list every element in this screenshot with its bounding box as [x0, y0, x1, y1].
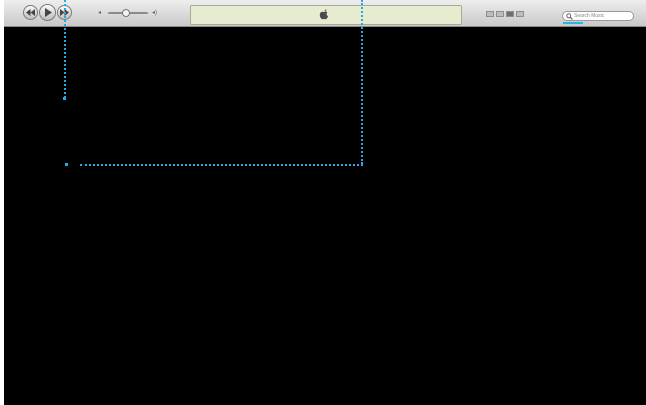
volume-knob[interactable]	[122, 9, 130, 17]
guide-line-vertical-left	[64, 0, 66, 98]
status-display[interactable]	[190, 5, 462, 25]
view-button-list[interactable]	[486, 11, 494, 17]
speaker-high-icon: ◂)	[152, 10, 158, 16]
view-button-album[interactable]	[496, 11, 504, 17]
search-icon	[566, 13, 573, 20]
speaker-low-icon: ◂	[98, 10, 102, 16]
guide-line-horizontal	[80, 164, 363, 166]
view-button-grid[interactable]	[506, 11, 514, 17]
rewind-icon	[26, 9, 35, 16]
guide-marker	[65, 163, 68, 166]
main-content-area	[4, 0, 646, 405]
play-button[interactable]	[39, 4, 56, 21]
search-accent-bar	[563, 22, 583, 24]
guide-line-vertical-right	[361, 0, 363, 164]
search-field[interactable]	[562, 11, 634, 21]
view-switcher	[486, 11, 524, 17]
apple-logo-icon	[319, 9, 328, 20]
play-icon	[44, 8, 52, 17]
previous-button[interactable]	[23, 5, 38, 20]
guide-marker	[63, 97, 66, 100]
search-input[interactable]	[574, 12, 630, 20]
view-button-coverflow[interactable]	[516, 11, 524, 17]
volume-slider[interactable]: ◂ ◂)	[98, 9, 160, 17]
